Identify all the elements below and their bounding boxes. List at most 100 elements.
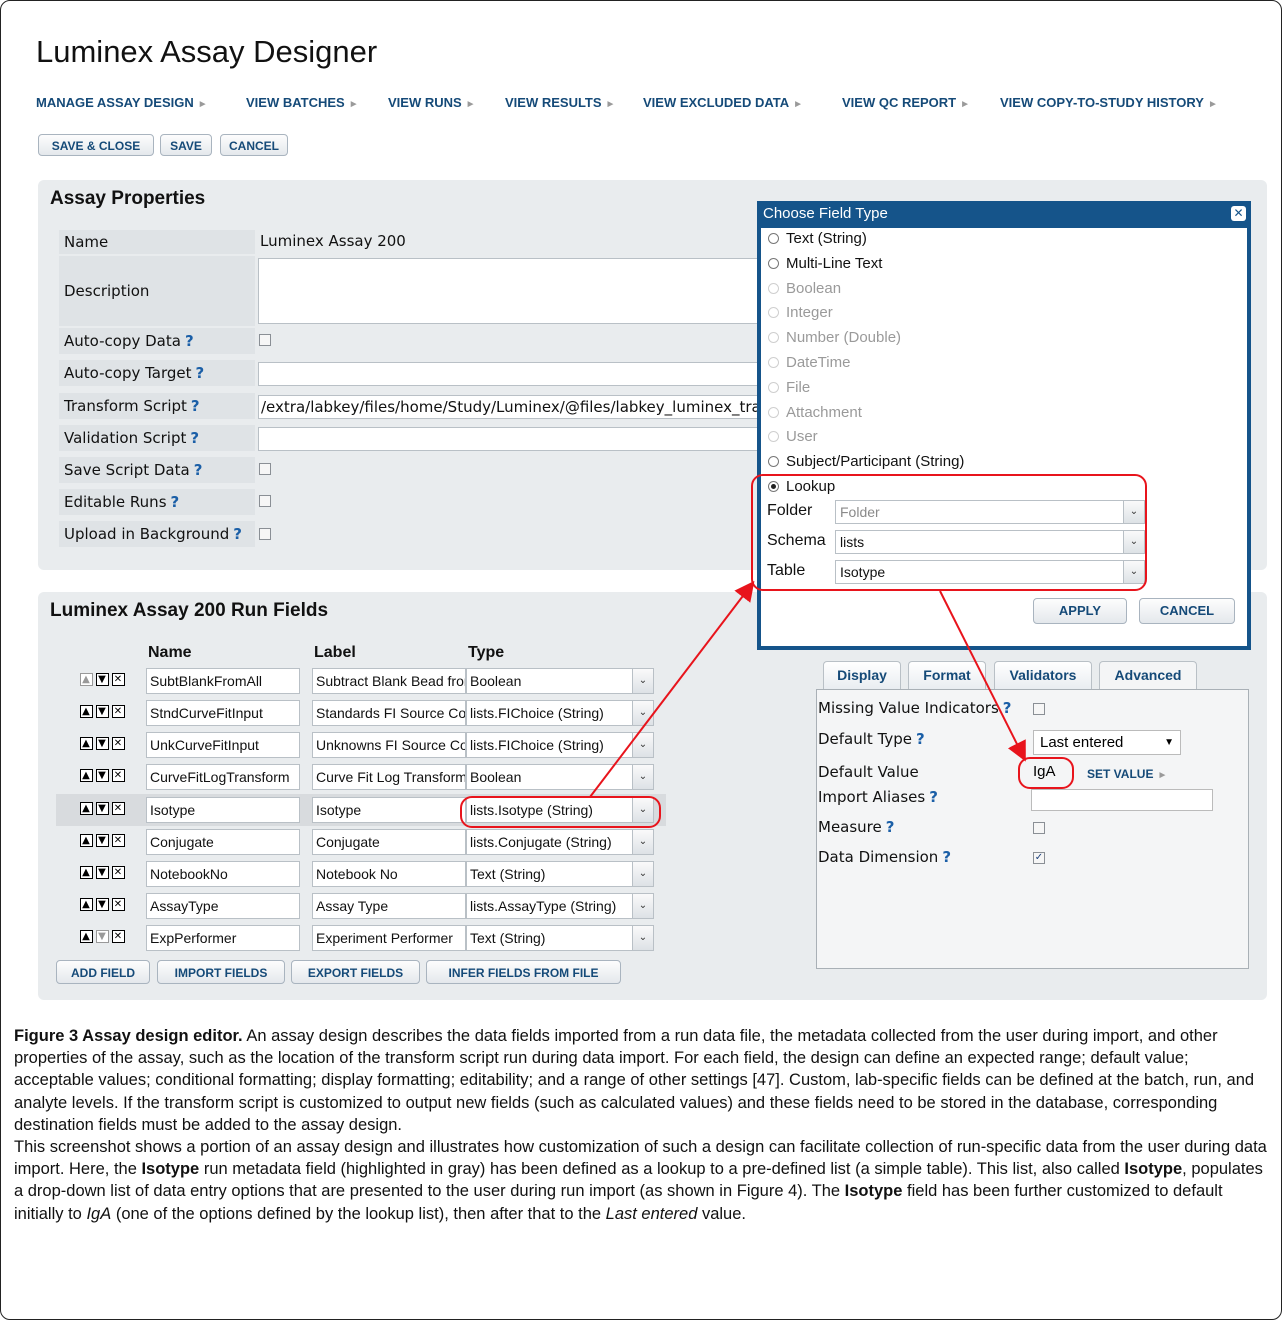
auto-copy-data-checkbox[interactable] [259,334,271,346]
move-up-icon[interactable]: ▲ [80,802,93,815]
field-name-input[interactable]: Isotype [146,797,300,823]
field-name-input[interactable]: UnkCurveFitInput [146,732,300,758]
missing-value-checkbox[interactable] [1033,703,1045,715]
field-type-select[interactable]: lists.FIChoice (String) ⌄ [466,700,654,726]
description-field[interactable] [258,258,758,324]
field-type-select[interactable]: lists.Conjugate (String) ⌄ [466,829,654,855]
delete-icon[interactable]: ✕ [112,930,125,943]
data-dimension-checkbox[interactable]: ✓ [1033,852,1045,864]
tab-format[interactable]: Format [908,661,986,689]
transform-script-field[interactable]: /extra/labkey/files/home/Study/Luminex/@… [258,395,758,419]
dialog-cancel-button[interactable]: CANCEL [1139,598,1235,624]
upload-background-checkbox[interactable] [259,528,271,540]
chevron-right-icon: ► [1207,99,1218,110]
field-type-select[interactable]: Boolean ⌄ [466,668,654,694]
move-up-icon[interactable]: ▲ [80,705,93,718]
field-label-input[interactable]: Notebook No [312,861,466,887]
move-up-icon[interactable]: ▲ [80,834,93,847]
move-down-icon[interactable]: ▼ [96,802,109,815]
nav-view-qc-report[interactable]: VIEW QC REPORT ► [842,95,970,110]
save-script-data-checkbox[interactable] [259,463,271,475]
save-button[interactable]: SAVE [160,134,212,156]
field-label-input[interactable]: Conjugate [312,829,466,855]
validation-script-field[interactable] [258,427,758,451]
infer-fields-button[interactable]: INFER FIELDS FROM FILE [426,960,621,984]
field-type-option[interactable]: Multi-Line Text [768,255,882,272]
move-up-icon[interactable]: ▲ [80,737,93,750]
radio-button[interactable] [768,257,779,269]
auto-copy-target-field[interactable] [258,362,758,386]
close-icon[interactable]: ✕ [1231,206,1246,221]
delete-icon[interactable]: ✕ [112,705,125,718]
nav-view-batches[interactable]: VIEW BATCHES ► [246,95,359,110]
field-name-input[interactable]: CurveFitLogTransform [146,764,300,790]
field-type-select[interactable]: Text (String) ⌄ [466,925,654,951]
move-up-icon[interactable]: ▲ [80,930,93,943]
set-value-link[interactable]: SET VALUE ► [1087,767,1167,781]
field-type-select[interactable]: lists.AssayType (String) ⌄ [466,893,654,919]
field-name-input[interactable]: Conjugate [146,829,300,855]
editable-runs-checkbox[interactable] [259,495,271,507]
field-label-input[interactable]: Isotype [312,797,466,823]
move-up-icon[interactable]: ▲ [80,898,93,911]
move-down-icon[interactable]: ▼ [96,737,109,750]
tab-advanced[interactable]: Advanced [1099,661,1197,691]
field-name-input[interactable]: SubtBlankFromAll [146,668,300,694]
save-and-close-button[interactable]: SAVE & CLOSE [38,134,154,156]
radio-button[interactable] [768,233,779,244]
nav-view-copy-to-study-history[interactable]: VIEW COPY-TO-STUDY HISTORY ► [1000,95,1218,110]
cancel-button[interactable]: CANCEL [220,134,288,156]
field-type-select[interactable]: lists.FIChoice (String) ⌄ [466,732,654,758]
delete-icon[interactable]: ✕ [112,834,125,847]
add-field-button[interactable]: ADD FIELD [56,960,150,984]
delete-icon[interactable]: ✕ [112,802,125,815]
field-type-option[interactable]: Text (String) [768,230,867,247]
move-down-icon[interactable]: ▼ [96,705,109,718]
field-name-input[interactable]: NotebookNo [146,861,300,887]
nav-view-runs[interactable]: VIEW RUNS ► [388,95,476,110]
apply-button[interactable]: APPLY [1033,598,1127,624]
field-label-input[interactable]: Assay Type [312,893,466,919]
field-label-input[interactable]: Experiment Performer [312,925,466,951]
move-down-icon[interactable]: ▼ [96,898,109,911]
default-type-select[interactable]: Last entered ▼ [1033,730,1181,755]
move-up-icon[interactable]: ▲ [80,673,93,686]
measure-checkbox[interactable] [1033,822,1045,834]
import-fields-button[interactable]: IMPORT FIELDS [157,960,285,984]
field-label-input[interactable]: Unknowns FI Source Column [312,732,466,758]
field-name-input[interactable]: ExpPerformer [146,925,300,951]
delete-icon[interactable]: ✕ [112,737,125,750]
move-down-icon[interactable]: ▼ [96,673,109,686]
move-up-icon[interactable]: ▲ [80,769,93,782]
nav-view-excluded-data[interactable]: VIEW EXCLUDED DATA ► [643,95,803,110]
move-down-icon[interactable]: ▼ [96,834,109,847]
default-value-highlight [1018,757,1074,789]
field-type-select[interactable]: Text (String) ⌄ [466,861,654,887]
field-label-input[interactable]: Curve Fit Log Transform [312,764,466,790]
row-controls: ▲ ▼ ✕ [80,705,128,719]
tab-display[interactable]: Display [823,661,901,689]
delete-icon[interactable]: ✕ [112,769,125,782]
import-aliases-field[interactable] [1031,789,1213,811]
move-down-icon[interactable]: ▼ [96,866,109,879]
delete-icon[interactable]: ✕ [112,673,125,686]
delete-icon[interactable]: ✕ [112,898,125,911]
field-label-input[interactable]: Standards FI Source Column [312,700,466,726]
tab-validators[interactable]: Validators [994,661,1092,689]
field-name-input[interactable]: AssayType [146,893,300,919]
field-type-select[interactable]: Boolean ⌄ [466,764,654,790]
radio-button [768,332,779,344]
delete-icon[interactable]: ✕ [112,866,125,879]
figure-caption: Figure 3 Assay design editor. An assay d… [14,1025,1272,1225]
nav-manage-assay-design[interactable]: MANAGE ASSAY DESIGN ► [36,95,208,110]
chevron-right-icon: ► [348,99,359,110]
move-down-icon[interactable]: ▼ [96,930,109,943]
field-label-input[interactable]: Subtract Blank Bead from All [312,668,466,694]
field-type-option[interactable]: Subject/Participant (String) [768,453,964,470]
radio-button[interactable] [768,456,779,468]
export-fields-button[interactable]: EXPORT FIELDS [291,960,420,984]
nav-view-results[interactable]: VIEW RESULTS ► [505,95,615,110]
move-down-icon[interactable]: ▼ [96,769,109,782]
move-up-icon[interactable]: ▲ [80,866,93,879]
field-name-input[interactable]: StndCurveFitInput [146,700,300,726]
